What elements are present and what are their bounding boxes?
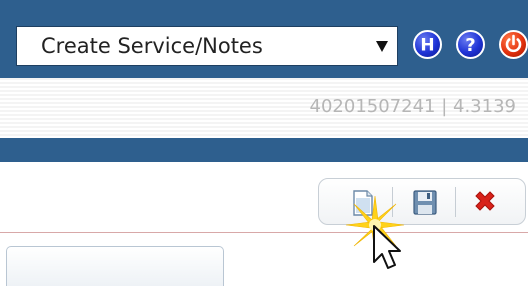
- help-h-icon[interactable]: H: [413, 30, 442, 59]
- floppy-disk-icon: [413, 190, 437, 215]
- delete-button[interactable]: [469, 187, 501, 219]
- mouse-cursor-icon: [373, 225, 401, 269]
- section-stripe: [0, 138, 528, 162]
- power-icon[interactable]: [499, 30, 528, 59]
- menu-select-dropdown[interactable]: Create Service/Notes: [16, 26, 398, 66]
- content-divider: [0, 232, 528, 233]
- account-version-info: 40201507241 | 4.3139: [309, 96, 516, 117]
- help-question-icon[interactable]: ?: [456, 30, 485, 59]
- svg-text:H: H: [420, 36, 434, 56]
- save-button[interactable]: [409, 187, 441, 219]
- menu-select-value: Create Service/Notes: [41, 34, 263, 58]
- svg-text:?: ?: [465, 35, 475, 56]
- content-panel-tab[interactable]: [6, 246, 224, 286]
- dropdown-arrow-icon[interactable]: [376, 40, 388, 52]
- toolbar-separator: [455, 187, 456, 217]
- red-x-icon: [475, 191, 495, 211]
